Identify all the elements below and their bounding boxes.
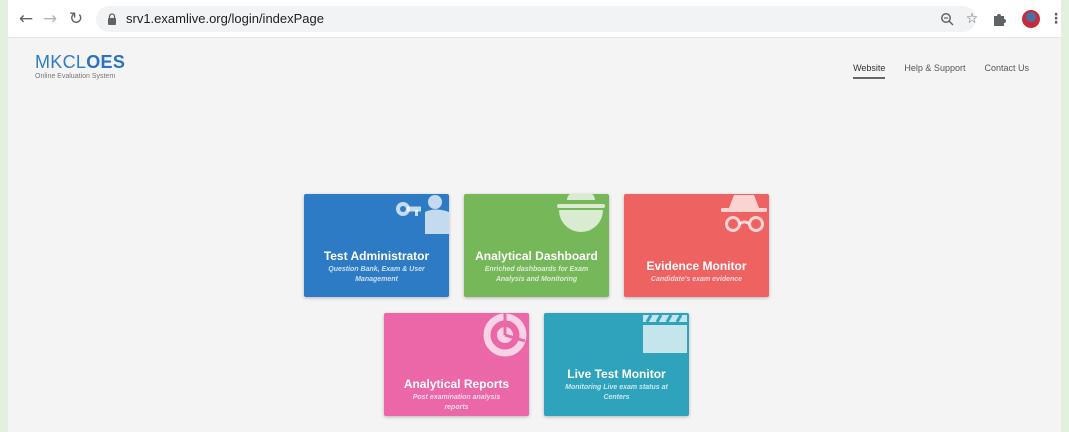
site-logo[interactable]: MKCLOES Online Evaluation System — [35, 52, 125, 80]
clapperboard-icon — [643, 314, 687, 353]
tile-description: Question Bank, Exam & User Management — [328, 266, 425, 283]
lock-icon — [108, 13, 116, 25]
nav-contact-us[interactable]: Contact Us — [984, 63, 1029, 79]
logo-bold-text: OES — [86, 52, 126, 72]
tile-title: Test Administrator — [323, 249, 430, 263]
tile-description: Candidate's exam evidence — [650, 276, 743, 283]
tile-analytical-reports[interactable]: Analytical Reports Post examination anal… — [384, 313, 529, 416]
nav-website[interactable]: Website — [853, 63, 886, 79]
url-text: srv1.examlive.org/login/indexPage — [126, 11, 324, 26]
tile-title: Analytical Dashboard — [475, 249, 598, 263]
star-icon[interactable]: ☆ — [964, 11, 980, 27]
zoom-icon[interactable] — [939, 11, 955, 27]
tile-analytical-dashboard[interactable]: Analytical Dashboard Enriched dashboards… — [464, 194, 609, 297]
logo-light-text: MKCL — [35, 52, 87, 72]
tile-description: Enriched dashboards for Exam Analysis an… — [484, 266, 589, 283]
address-bar[interactable]: srv1.examlive.org/login/indexPage ☆ — [96, 6, 978, 32]
forward-arrow-icon[interactable]: → — [40, 9, 60, 29]
reload-icon[interactable]: ↻ — [66, 9, 86, 29]
tile-evidence-monitor[interactable]: Evidence Monitor Candidate's exam eviden… — [624, 194, 769, 297]
back-arrow-icon[interactable]: ← — [16, 9, 36, 29]
spy-icon — [721, 195, 767, 232]
tile-live-test-monitor[interactable]: Live Test Monitor Monitoring Live exam s… — [544, 313, 689, 416]
top-navigation: Website Help & Support Contact Us — [834, 63, 1029, 79]
browser-toolbar: ← → ↻ srv1.examlive.org/login/indexPage … — [8, 0, 1063, 38]
tile-description: Monitoring Live exam status at Centers — [565, 384, 668, 401]
logo-subtitle: Online Evaluation System — [35, 73, 116, 80]
page-content: MKCLOES Online Evaluation System Website… — [8, 38, 1061, 432]
tile-test-administrator[interactable]: Test Administrator Question Bank, Exam &… — [304, 194, 449, 297]
menu-kebab-icon[interactable]: ⋮ — [1047, 10, 1065, 28]
extensions-icon[interactable] — [990, 10, 1008, 28]
tile-title: Evidence Monitor — [646, 259, 747, 273]
nav-help-support[interactable]: Help & Support — [904, 63, 965, 79]
tile-title: Live Test Monitor — [567, 367, 666, 381]
bowl-icon — [557, 194, 605, 232]
key-user-icon — [396, 195, 449, 234]
profile-avatar[interactable] — [1022, 10, 1040, 28]
tile-description: Post examination analysis reports — [412, 394, 501, 411]
tile-title: Analytical Reports — [403, 377, 510, 391]
chart-donut-icon — [483, 313, 527, 357]
